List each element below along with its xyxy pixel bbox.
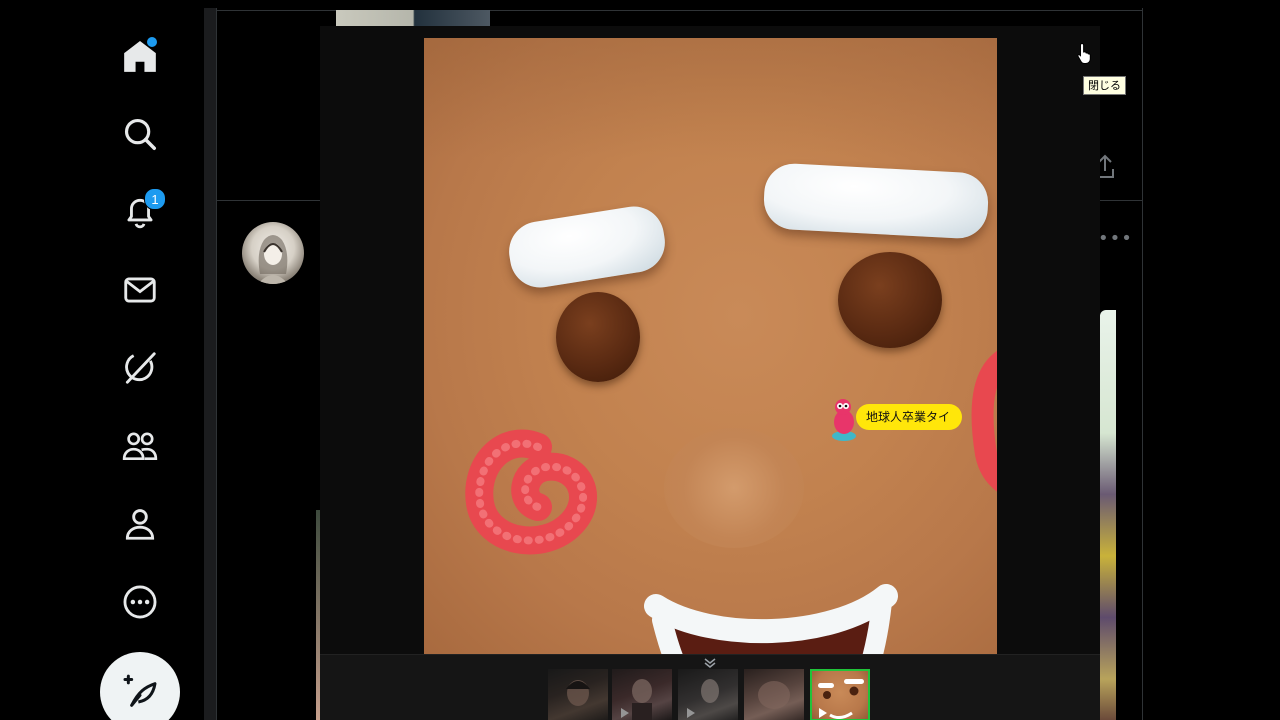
nav-divider: [204, 8, 216, 720]
filmstrip-thumbnail[interactable]: [744, 669, 804, 720]
sticker-overlay: 地球人卒業タイ: [828, 396, 968, 446]
background-post-media: [1100, 310, 1116, 720]
more-icon[interactable]: •••: [1098, 228, 1133, 249]
sticker-label: 地球人卒業タイ: [856, 404, 963, 430]
feather-plus-icon: [123, 674, 157, 707]
media-filmstrip: [320, 654, 1100, 720]
nose: [664, 428, 804, 548]
icing-brow-left: [504, 202, 670, 292]
timeline-border-left: [216, 8, 217, 720]
close-tooltip: 閉じる: [1083, 76, 1126, 95]
nav-explore[interactable]: [114, 108, 166, 160]
play-icon: [819, 708, 827, 718]
chevron-down-icon[interactable]: [702, 657, 718, 669]
notification-dot: [146, 36, 158, 48]
play-icon: [621, 708, 629, 718]
nav-messages[interactable]: [114, 264, 166, 316]
search-icon: [124, 118, 156, 150]
notification-badge: 1: [144, 188, 166, 210]
primary-nav: 1: [0, 0, 204, 720]
eye-left: [556, 292, 640, 382]
media-image[interactable]: 地球人卒業タイ: [424, 38, 997, 654]
app-window: 1 ••• 地球人卒業タイ 閉じる: [0, 0, 1280, 720]
close-button[interactable]: [1076, 42, 1094, 64]
more-circle-icon: [123, 585, 157, 619]
grok-icon: [125, 352, 156, 384]
person-icon: [125, 509, 155, 540]
nav-more[interactable]: [114, 576, 166, 628]
filmstrip-thumbnail-active[interactable]: [810, 669, 870, 720]
filmstrip-thumbnail[interactable]: [548, 669, 608, 720]
nav-notifications[interactable]: 1: [114, 186, 166, 238]
nav-profile[interactable]: [114, 498, 166, 550]
timeline-border-right: [1142, 8, 1143, 720]
nav-home[interactable]: [114, 30, 166, 82]
eye-right: [838, 252, 942, 348]
avatar[interactable]: [242, 222, 304, 284]
media-viewer: 地球人卒業タイ: [320, 26, 1100, 720]
mail-icon: [124, 277, 156, 303]
filmstrip-thumbnail[interactable]: [678, 669, 738, 720]
icing-mouth: [644, 584, 898, 654]
play-icon: [687, 708, 695, 718]
post-button[interactable]: [100, 652, 180, 720]
nav-grok[interactable]: [114, 342, 166, 394]
timeline-separator: [1100, 200, 1142, 201]
icing-brow-right: [762, 162, 990, 240]
character-sticker-icon: [832, 399, 856, 441]
people-icon: [122, 432, 158, 461]
icing-spiral-cheek: [465, 429, 597, 555]
filmstrip-thumbnail[interactable]: [612, 669, 672, 720]
nav-communities[interactable]: [114, 420, 166, 472]
timeline-separator: [217, 200, 321, 201]
